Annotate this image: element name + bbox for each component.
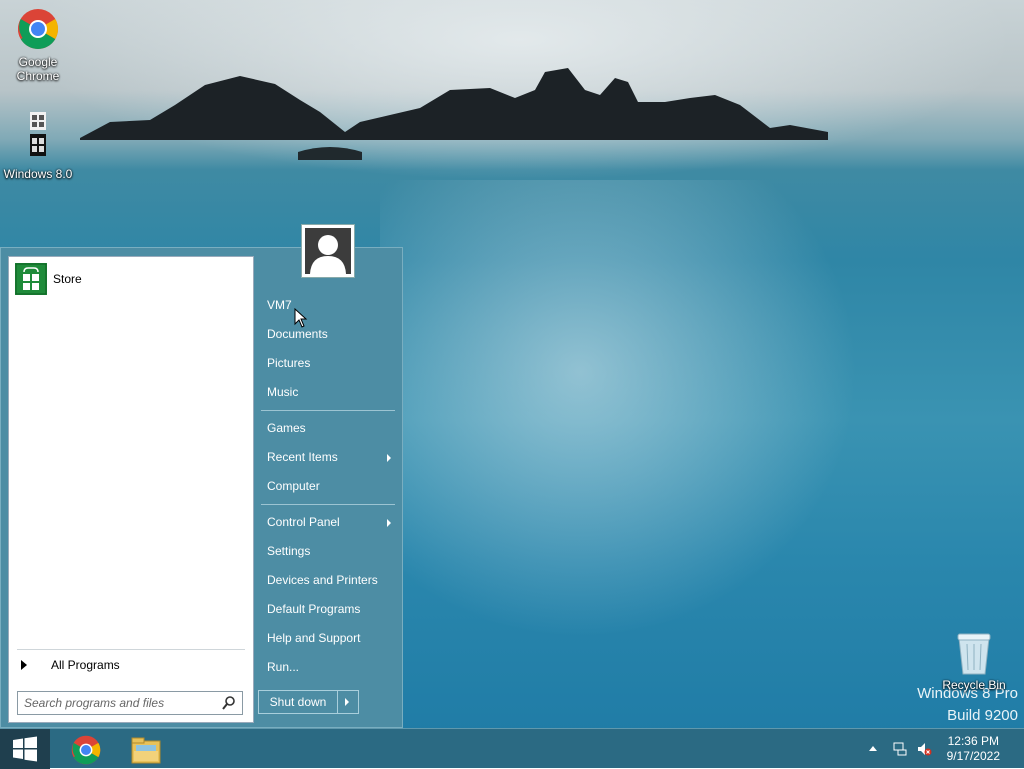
- menu-item-user[interactable]: VM7: [259, 291, 399, 320]
- store-icon: [15, 263, 47, 295]
- menu-item-computer[interactable]: Computer: [259, 472, 399, 501]
- menu-item-label: Default Programs: [267, 602, 361, 616]
- search-icon[interactable]: [221, 695, 237, 711]
- clock-time: 12:36 PM: [947, 734, 999, 748]
- menu-item-devices-printers[interactable]: Devices and Printers: [259, 566, 399, 595]
- user-avatar[interactable]: [301, 224, 355, 278]
- watermark-build: Build 9200: [947, 707, 1018, 724]
- windows-vm-icon: [30, 112, 46, 156]
- chrome-icon: [18, 9, 58, 49]
- shutdown-options-button[interactable]: [338, 691, 358, 713]
- menu-item-default-programs[interactable]: Default Programs: [259, 595, 399, 624]
- menu-item-control-panel[interactable]: Control Panel: [259, 508, 399, 537]
- menu-item-label: Run...: [267, 660, 300, 674]
- submenu-arrow-icon: [387, 519, 391, 527]
- programs-pane: Store All Programs: [8, 256, 254, 723]
- search-box[interactable]: [17, 691, 243, 715]
- desktop-icon-windows8[interactable]: Windows 8.0: [2, 112, 74, 181]
- desktop-icon-recycle-bin[interactable]: Recycle Bin: [938, 630, 1010, 692]
- taskbar: 12:36 PM 9/17/2022: [0, 728, 1024, 769]
- start-menu-places: VM7 Documents Pictures Music Games Recen…: [259, 291, 399, 682]
- menu-item-label: VM7: [267, 298, 292, 312]
- menu-item-help-support[interactable]: Help and Support: [259, 624, 399, 653]
- desktop-icon-label: Windows 8.0: [3, 167, 73, 181]
- menu-separator: [261, 504, 395, 505]
- clock-date: 9/17/2022: [946, 749, 1000, 763]
- folder-icon: [131, 737, 161, 764]
- wallpaper-rocks: [80, 68, 828, 160]
- desktop-icon-chrome[interactable]: Google Chrome: [2, 0, 74, 83]
- wallpaper-haze: [380, 180, 880, 660]
- menu-item-label: Devices and Printers: [267, 573, 378, 587]
- menu-item-label: Documents: [267, 327, 328, 341]
- mouse-cursor-icon: [294, 308, 308, 328]
- show-hidden-icons-icon[interactable]: [868, 744, 878, 752]
- menu-separator: [261, 410, 395, 411]
- chrome-icon: [71, 735, 101, 765]
- user-picture: [305, 228, 351, 274]
- shutdown-control: Shut down: [258, 690, 359, 714]
- pinned-item-label: Store: [53, 272, 82, 286]
- search-input[interactable]: [18, 695, 221, 711]
- menu-item-label: Settings: [267, 544, 311, 558]
- volume-muted-icon[interactable]: [916, 741, 932, 757]
- menu-item-run[interactable]: Run...: [259, 653, 399, 682]
- windows-logo-icon: [13, 736, 37, 762]
- menu-item-settings[interactable]: Settings: [259, 537, 399, 566]
- system-clock[interactable]: 12:36 PM 9/17/2022: [947, 734, 1000, 764]
- pinned-item-store[interactable]: Store: [15, 263, 82, 295]
- user-silhouette-icon: [310, 235, 346, 274]
- start-button[interactable]: [0, 729, 50, 769]
- pane-divider: [17, 649, 245, 650]
- menu-item-label: Help and Support: [267, 631, 361, 645]
- desktop-icon-label: Google: [18, 55, 58, 69]
- menu-item-label: Pictures: [267, 356, 311, 370]
- menu-item-label: Recent Items: [267, 450, 338, 464]
- expand-arrow-icon: [21, 660, 27, 670]
- taskbar-file-explorer[interactable]: [116, 731, 176, 767]
- menu-item-label: Control Panel: [267, 515, 340, 529]
- menu-item-label: Computer: [267, 479, 320, 493]
- recycle-bin-icon: [957, 633, 991, 675]
- submenu-arrow-icon: [387, 454, 391, 462]
- menu-item-games[interactable]: Games: [259, 414, 399, 443]
- menu-item-label: Music: [267, 385, 299, 399]
- all-programs-button[interactable]: All Programs: [19, 653, 120, 677]
- shutdown-button[interactable]: Shut down: [259, 691, 338, 713]
- all-programs-label: All Programs: [51, 658, 120, 672]
- menu-item-label: Games: [267, 421, 306, 435]
- desktop-icon-label: Chrome: [16, 69, 60, 83]
- desktop-icon-label: Recycle Bin: [942, 678, 1006, 692]
- menu-item-pictures[interactable]: Pictures: [259, 349, 399, 378]
- network-icon[interactable]: [892, 741, 908, 757]
- start-menu: Store All Programs VM7 Documents Picture…: [0, 224, 403, 728]
- taskbar-chrome[interactable]: [56, 731, 116, 767]
- menu-item-recent-items[interactable]: Recent Items: [259, 443, 399, 472]
- menu-item-music[interactable]: Music: [259, 378, 399, 407]
- menu-item-documents[interactable]: Documents: [259, 320, 399, 349]
